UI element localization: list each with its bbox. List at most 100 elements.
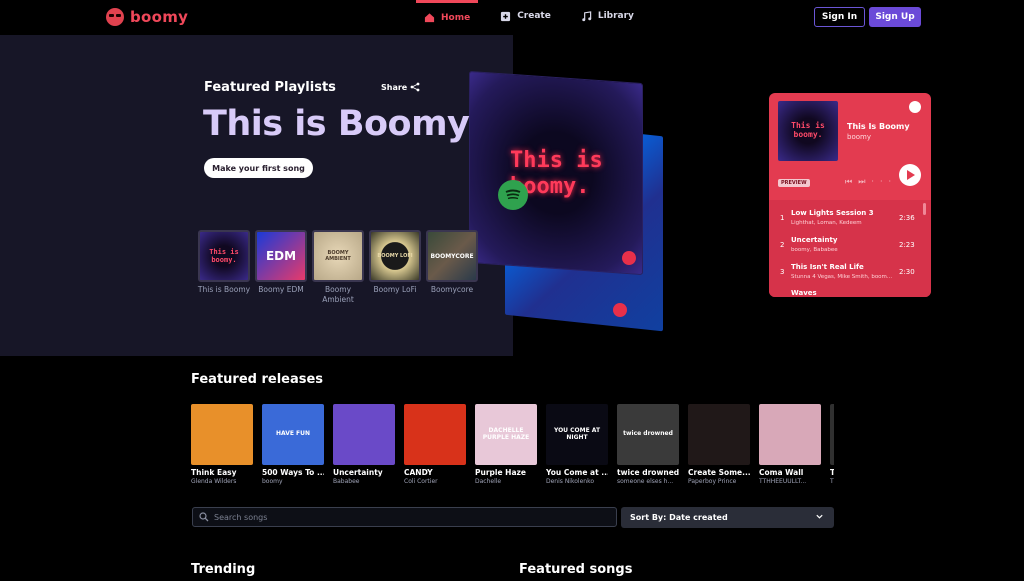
release-art: twice drowned [617,404,679,465]
releases-row: Think Easy Glenda Wilders HAVE FUN 500 Ways… [191,404,834,494]
release-title: CANDY [404,468,433,477]
release-art: YOU COME AT NIGHT [546,404,608,465]
cover-badge-icon [613,303,627,317]
playlist-art: BOOMY AMBIENT [312,230,364,282]
release-artist: TTHHEEUULLT... [759,478,807,485]
play-button[interactable] [899,164,921,186]
search-bar[interactable] [192,507,617,527]
release-title: Think Easy [191,468,237,477]
release-artist: Bababee [333,478,360,485]
track-number: 2 [780,241,785,249]
playlist-art: BOOMYCORE [426,230,478,282]
more-icon[interactable]: ··· [871,177,897,186]
nav-library[interactable]: Library [573,0,642,32]
track-row[interactable]: Waves [769,287,919,297]
release-art [191,404,253,465]
cover-badge-icon [622,251,636,265]
spotify-art: This is boomy. [778,101,838,161]
track-row[interactable]: 2 Uncertainty boomy, Bababee 2:23 [769,233,919,259]
release-title: Create Some... [688,468,750,477]
release-art: HAVE FUN [262,404,324,465]
release-artist: Dachelle [475,478,502,485]
previous-icon[interactable]: ⏮ [845,177,858,186]
release-item[interactable]: TT [830,404,834,485]
track-name: Waves [791,289,817,297]
release-item[interactable]: DACHELLE PURPLE HAZE Purple Haze Dachelle [475,404,537,485]
playlist-art: BOOMY LOFI [369,230,421,282]
playlist-row: This is boomy. This is Boomy EDM Boomy E… [197,230,479,305]
scrollbar[interactable] [923,203,926,215]
preview-badge: PREVIEW [778,179,810,187]
track-duration: 2:36 [899,214,915,222]
nav-create[interactable]: Create [492,0,559,32]
release-art [830,404,834,465]
release-title: twice drowned [617,468,679,477]
release-title: 500 Ways To ... [262,468,324,477]
chevron-down-icon [816,514,823,519]
spotify-artist: boomy [847,133,871,141]
logo[interactable]: boomy [106,8,188,26]
playlist-label: Boomy EDM [258,285,304,294]
featured-releases-title: Featured releases [191,372,324,387]
release-artist: Paperboy Prince [688,478,737,485]
release-art [404,404,466,465]
track-duration: 2:23 [899,241,915,249]
release-artist: Denis Nikolenko [546,478,594,485]
release-item[interactable]: Think Easy Glenda Wilders [191,404,253,485]
spotify-icon[interactable] [498,180,528,210]
release-artist: Coli Cortier [404,478,438,485]
sign-up-button[interactable]: Sign Up [869,7,921,27]
trending-title: Trending [191,562,256,577]
sort-label: Sort By: Date created [630,513,728,522]
next-icon[interactable]: ⏭ [858,177,871,186]
sort-dropdown[interactable]: Sort By: Date created [621,507,834,528]
playlist-label: Boomycore [430,285,474,294]
playlist-item[interactable]: This is boomy. This is Boomy [197,230,251,305]
logo-text: boomy [130,8,189,26]
track-name: This Isn't Real Life [791,263,864,271]
release-title: Coma Wall [759,468,804,477]
release-item[interactable]: CANDY Coli Cortier [404,404,466,485]
track-row[interactable]: 3 This Isn't Real Life Stunna 4 Vegas, M… [769,260,919,286]
sign-in-button[interactable]: Sign In [814,7,865,27]
release-item[interactable]: HAVE FUN 500 Ways To ... boomy [262,404,324,485]
playlist-item[interactable]: BOOMYCORE Boomycore [425,230,479,305]
spotify-logo-icon[interactable] [909,101,921,113]
release-artist: Glenda Wilders [191,478,237,485]
release-item[interactable]: Coma Wall TTHHEEUULLT... [759,404,821,485]
hero-subtitle: Featured Playlists [204,80,336,95]
release-art [688,404,750,465]
release-artist: boomy [262,478,283,485]
release-art [759,404,821,465]
share-button[interactable]: Share [381,82,420,92]
release-artist: T [830,478,834,485]
release-item[interactable]: Uncertainty Bababee [333,404,395,485]
release-item[interactable]: twice drowned twice drowned someone elses … [617,404,679,485]
nav-links: Home Create Library [416,0,656,32]
release-item[interactable]: Create Some... Paperboy Prince [688,404,750,485]
nav-home[interactable]: Home [416,0,479,32]
track-name: Low Lights Session 3 [791,209,874,217]
track-artists: Lighthat, Loman, Kedeem [791,220,862,226]
track-artists: boomy, Bababee [791,247,838,253]
playlist-item[interactable]: BOOMY LOFI Boomy LoFi [368,230,422,305]
featured-songs-title: Featured songs [519,562,633,577]
playlist-item[interactable]: BOOMY AMBIENT Boomy Ambient [311,230,365,305]
search-icon [199,512,209,522]
release-art: DACHELLE PURPLE HAZE [475,404,537,465]
track-number: 1 [780,214,785,222]
nav-create-label: Create [517,11,551,21]
release-item[interactable]: YOU COME AT NIGHT You Come at ... Denis Ni… [546,404,608,485]
boomy-face-icon [106,8,124,26]
track-artists: Stunna 4 Vegas, Mike Smith, boom... [791,274,893,280]
playlist-label: Boomy Ambient [322,285,354,304]
playlist-label: This is Boomy [197,285,251,294]
release-artist: someone elses h... [617,478,674,485]
search-input[interactable] [214,512,594,522]
make-first-song-button[interactable]: Make your first song [204,158,313,178]
track-duration: 2:30 [899,268,915,276]
playback-controls[interactable]: ⏮⏭··· [845,177,897,187]
spotify-embed-card[interactable]: This is boomy. This Is Boomy boomy PREVI… [769,93,931,297]
playlist-item[interactable]: EDM Boomy EDM [254,230,308,305]
track-row[interactable]: 1 Low Lights Session 3 Lighthat, Loman, … [769,206,919,232]
